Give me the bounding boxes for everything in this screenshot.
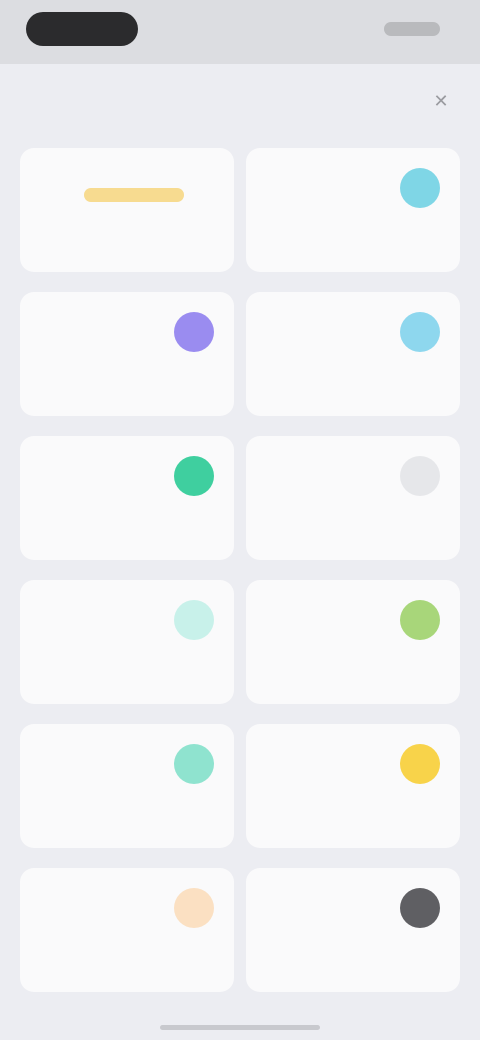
status-bar: [0, 0, 480, 64]
card-description: [40, 656, 216, 688]
status-indicators: [384, 22, 440, 36]
card[interactable]: [20, 580, 234, 704]
card-title: [266, 886, 386, 926]
card[interactable]: [20, 148, 234, 272]
card-title: [266, 454, 386, 494]
home-indicator: [160, 1025, 320, 1030]
card-description: [266, 944, 442, 976]
card[interactable]: [20, 868, 234, 992]
card-title: [266, 598, 386, 638]
card-description: [266, 656, 442, 688]
card-icon: [174, 744, 214, 784]
status-pill: [26, 12, 138, 46]
card-icon: [400, 312, 440, 352]
card-description: [266, 224, 442, 256]
card-description: [40, 224, 216, 256]
close-icon[interactable]: ✕: [430, 90, 452, 112]
card-icon: [174, 888, 214, 928]
card-title: [266, 166, 386, 206]
card-description: [40, 944, 216, 976]
card-title: [266, 310, 386, 350]
card[interactable]: [246, 292, 460, 416]
card-title: [40, 742, 160, 782]
card-grid: [20, 148, 460, 992]
card[interactable]: [246, 436, 460, 560]
card[interactable]: [20, 292, 234, 416]
card-description: [266, 368, 442, 400]
card-title: [40, 886, 160, 926]
card-icon: [400, 600, 440, 640]
card-title: [40, 454, 160, 494]
card-icon: [174, 312, 214, 352]
card[interactable]: [246, 580, 460, 704]
highlight-bar: [84, 188, 184, 202]
card-icon: [174, 456, 214, 496]
card-description: [40, 368, 216, 400]
card-description: [40, 512, 216, 544]
card-description: [266, 800, 442, 832]
card-icon: [400, 888, 440, 928]
card[interactable]: [20, 436, 234, 560]
card-icon: [174, 600, 214, 640]
card[interactable]: [246, 148, 460, 272]
card-title: [40, 598, 160, 638]
card-title: [266, 742, 386, 782]
card-description: [40, 800, 216, 832]
card[interactable]: [246, 724, 460, 848]
header: ✕: [0, 64, 480, 144]
card-icon: [400, 168, 440, 208]
card-description: [266, 512, 442, 544]
card[interactable]: [246, 868, 460, 992]
card-icon: [400, 744, 440, 784]
card[interactable]: [20, 724, 234, 848]
card-icon: [400, 456, 440, 496]
card-title: [40, 310, 160, 350]
